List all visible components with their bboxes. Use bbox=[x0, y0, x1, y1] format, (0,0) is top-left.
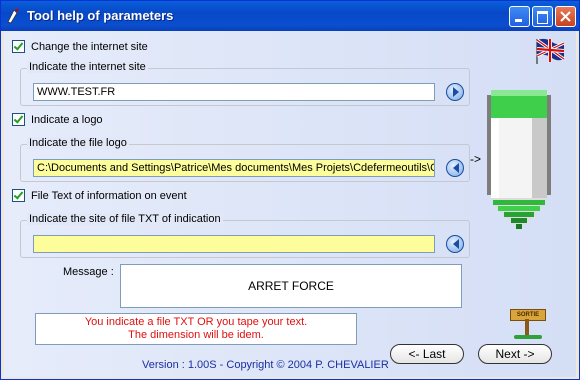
maximize-button[interactable] bbox=[532, 6, 553, 27]
client-area: Change the internet site Indicate the in… bbox=[4, 31, 576, 377]
arrow-left-icon bbox=[453, 239, 459, 249]
warning-line-1: You indicate a file TXT OR you tape your… bbox=[84, 316, 308, 328]
arrow-right-icon bbox=[453, 87, 459, 97]
logo-group-label: Indicate the file logo bbox=[27, 137, 129, 149]
internet-checkbox-label: Change the internet site bbox=[31, 40, 148, 53]
app-icon bbox=[7, 9, 19, 24]
textfile-checkbox-row[interactable]: File Text of information on event bbox=[12, 189, 187, 202]
warning-box: You indicate a file TXT OR you tape your… bbox=[35, 313, 357, 345]
minimize-icon bbox=[515, 19, 522, 22]
close-button[interactable] bbox=[555, 6, 576, 27]
logo-arrow-indicator: -> bbox=[470, 152, 482, 166]
logo-browse-button[interactable] bbox=[446, 159, 464, 177]
title-bar[interactable]: Tool help of parameters bbox=[1, 1, 579, 31]
textfile-checkbox-label: File Text of information on event bbox=[31, 189, 187, 202]
internet-go-button[interactable] bbox=[446, 83, 464, 101]
message-text: ARRET FORCE bbox=[248, 279, 334, 293]
textfile-checkbox[interactable] bbox=[12, 189, 25, 202]
close-icon bbox=[560, 11, 571, 22]
message-input[interactable]: ARRET FORCE bbox=[120, 264, 462, 308]
message-label: Message : bbox=[63, 266, 114, 278]
logo-checkbox[interactable] bbox=[12, 113, 25, 126]
uk-flag-icon[interactable] bbox=[534, 37, 566, 65]
internet-group: Indicate the internet site WWW.TEST.FR bbox=[20, 61, 470, 106]
textfile-group: Indicate the site of file TXT of indicat… bbox=[20, 213, 470, 258]
logo-checkbox-row[interactable]: Indicate a logo bbox=[12, 113, 103, 126]
textfile-input[interactable] bbox=[33, 235, 435, 253]
internet-checkbox-row[interactable]: Change the internet site bbox=[12, 40, 148, 53]
warning-line-2: The dimension will be idem. bbox=[128, 329, 264, 341]
internet-checkbox[interactable] bbox=[12, 40, 25, 53]
last-button[interactable]: <- Last bbox=[390, 344, 464, 364]
textfile-group-label: Indicate the site of file TXT of indicat… bbox=[27, 213, 223, 225]
main-window: Tool help of parameters Change the inter… bbox=[0, 0, 580, 380]
logo-checkbox-label: Indicate a logo bbox=[31, 113, 103, 126]
version-text: Version : 1.00S - Copyright © 2004 P. CH… bbox=[142, 359, 389, 371]
textfile-browse-button[interactable] bbox=[446, 235, 464, 253]
minimize-button[interactable] bbox=[509, 6, 530, 27]
exit-sign-icon[interactable]: SORTIE bbox=[508, 307, 548, 341]
logo-file-input[interactable]: C:\Documents and Settings\Patrice\Mes do… bbox=[33, 159, 435, 177]
next-button-label: Next -> bbox=[495, 347, 535, 361]
logo-group: Indicate the file logo C:\Documents and … bbox=[20, 137, 470, 182]
internet-group-label: Indicate the internet site bbox=[27, 61, 148, 73]
last-button-label: <- Last bbox=[408, 347, 446, 361]
maximize-icon bbox=[537, 11, 548, 24]
arrow-left-icon bbox=[453, 163, 459, 173]
internet-site-input[interactable]: WWW.TEST.FR bbox=[33, 83, 435, 101]
next-button[interactable]: Next -> bbox=[478, 344, 552, 364]
logo-preview-icon bbox=[487, 90, 551, 229]
window-title: Tool help of parameters bbox=[27, 8, 174, 23]
